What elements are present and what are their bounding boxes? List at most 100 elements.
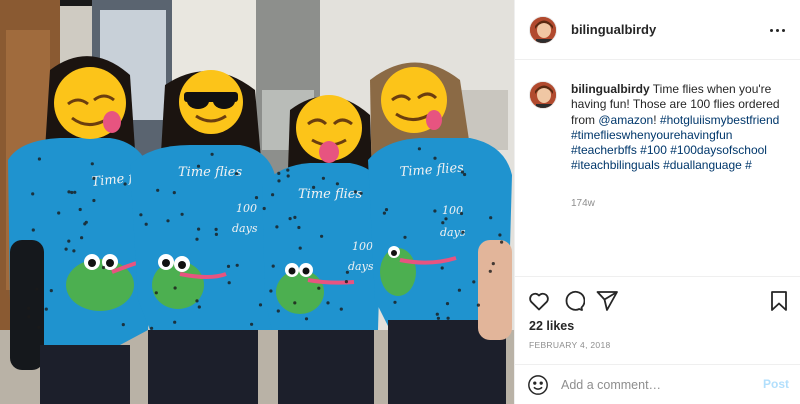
fly-dot xyxy=(435,312,439,316)
fly-dot xyxy=(463,172,467,177)
hashtag-link[interactable]: #teacherbffs xyxy=(571,143,637,157)
fly-dot xyxy=(90,162,94,166)
fly-dot xyxy=(433,209,437,213)
hashtag-link[interactable]: #hotgluiismybestfriend xyxy=(660,113,779,127)
fly-dot xyxy=(92,176,96,180)
fly-dot xyxy=(335,182,339,186)
svg-text:100: 100 xyxy=(442,204,463,217)
fly-dot xyxy=(57,211,61,215)
paper-plane-icon[interactable] xyxy=(595,289,621,313)
fly-dot xyxy=(180,212,184,216)
caption-punct: ! xyxy=(653,112,657,127)
caption-username[interactable]: bilingualbirdy xyxy=(571,82,650,96)
fly-dot xyxy=(345,270,349,274)
fly-dot xyxy=(195,237,199,241)
fly-dot xyxy=(472,280,476,284)
mention-link[interactable]: @amazon xyxy=(598,113,653,127)
svg-text:100: 100 xyxy=(352,240,373,253)
fly-dot xyxy=(320,234,324,238)
comment-input[interactable] xyxy=(561,375,751,395)
fly-dot xyxy=(67,239,71,243)
hashtag-link[interactable]: #100daysofschool xyxy=(670,143,767,157)
fly-dot xyxy=(441,221,445,225)
fly-dot xyxy=(288,217,292,221)
hashtag-link[interactable]: # xyxy=(745,158,752,172)
caption-section: bilingualbirdy Time flies when you're ha… xyxy=(515,60,800,276)
fly-dot xyxy=(262,206,266,211)
svg-text:Time flies: Time flies xyxy=(298,187,363,202)
comment-icon-svg xyxy=(565,290,585,311)
fly-dot xyxy=(64,247,68,251)
fly-dot xyxy=(476,303,480,307)
fly-dot xyxy=(286,168,290,172)
fly-dot xyxy=(498,233,502,237)
fly-dot xyxy=(172,191,176,195)
fly-dot xyxy=(277,171,281,175)
fly-dot xyxy=(393,300,397,304)
dot xyxy=(775,28,779,32)
svg-text:days: days xyxy=(232,222,258,235)
post-date[interactable]: FEBRUARY 4, 2018 xyxy=(529,340,611,350)
fly-dot xyxy=(298,246,302,250)
fly-dot xyxy=(144,222,148,226)
heart-icon[interactable] xyxy=(527,289,553,313)
fly-dot xyxy=(226,264,231,268)
hashtag-link[interactable]: #timeflieswhenyourehavingfun xyxy=(571,128,732,142)
more-options-icon[interactable] xyxy=(765,18,789,42)
fly-dot xyxy=(235,263,239,267)
fly-dot xyxy=(121,323,125,327)
post-comment-button[interactable]: Post xyxy=(763,377,789,391)
svg-text:days: days xyxy=(348,260,374,273)
fly-dot xyxy=(384,208,389,212)
fly-dot xyxy=(258,303,263,307)
fly-dot xyxy=(31,228,35,232)
fly-dot xyxy=(173,320,177,324)
dot xyxy=(781,28,785,32)
save-icon-svg xyxy=(771,291,787,311)
fly-dot xyxy=(353,190,357,194)
fly-dot xyxy=(321,176,325,180)
caption-avatar[interactable] xyxy=(529,81,557,109)
fly-dot xyxy=(297,225,301,230)
like-count[interactable]: 22 likes xyxy=(529,319,574,333)
fly-dot xyxy=(197,305,201,309)
avatar[interactable] xyxy=(529,16,557,44)
fly-dot xyxy=(446,316,450,320)
fly-dot xyxy=(210,152,214,156)
fly-dot xyxy=(150,326,154,330)
fly-dot xyxy=(293,215,297,219)
comment-bubble-icon[interactable] xyxy=(561,289,587,313)
fly-dot xyxy=(276,309,280,313)
fly-dot xyxy=(403,235,407,239)
username[interactable]: bilingualbirdy xyxy=(571,22,656,37)
smiley-icon[interactable] xyxy=(527,374,549,396)
fly-dot xyxy=(460,170,464,174)
fly-dot xyxy=(154,291,158,295)
bookmark-icon[interactable] xyxy=(767,289,793,313)
fly-dot xyxy=(235,172,239,176)
relative-time[interactable]: 174w xyxy=(571,198,595,209)
dot xyxy=(769,28,773,32)
fly-dot xyxy=(166,219,170,223)
fly-dot xyxy=(339,307,343,311)
hashtag-link[interactable]: #duallanguage xyxy=(663,158,742,172)
fly-dot xyxy=(44,307,48,311)
hashtag-link[interactable]: #iteachbilinguals xyxy=(571,158,660,172)
fly-dot xyxy=(440,266,444,270)
post-header: bilingualbirdy xyxy=(515,0,800,60)
fly-dot xyxy=(123,182,127,186)
fly-dot xyxy=(344,280,348,284)
fly-dot xyxy=(271,264,275,268)
fly-dot xyxy=(78,207,82,212)
post-photo[interactable]: Time flies Time flies 100 days Time flie… xyxy=(0,0,514,404)
caption-text: bilingualbirdy Time flies when you're ha… xyxy=(571,82,787,174)
fly-dot xyxy=(101,265,106,270)
fly-dot xyxy=(254,196,259,200)
hashtag-link[interactable]: #100 xyxy=(640,143,667,157)
fly-dot xyxy=(27,306,31,310)
avatar-image xyxy=(530,17,556,43)
post-actions: 22 likes FEBRUARY 4, 2018 xyxy=(515,276,800,364)
fly-dot xyxy=(35,287,39,291)
fly-dot xyxy=(31,192,35,196)
fly-dot xyxy=(417,147,421,151)
